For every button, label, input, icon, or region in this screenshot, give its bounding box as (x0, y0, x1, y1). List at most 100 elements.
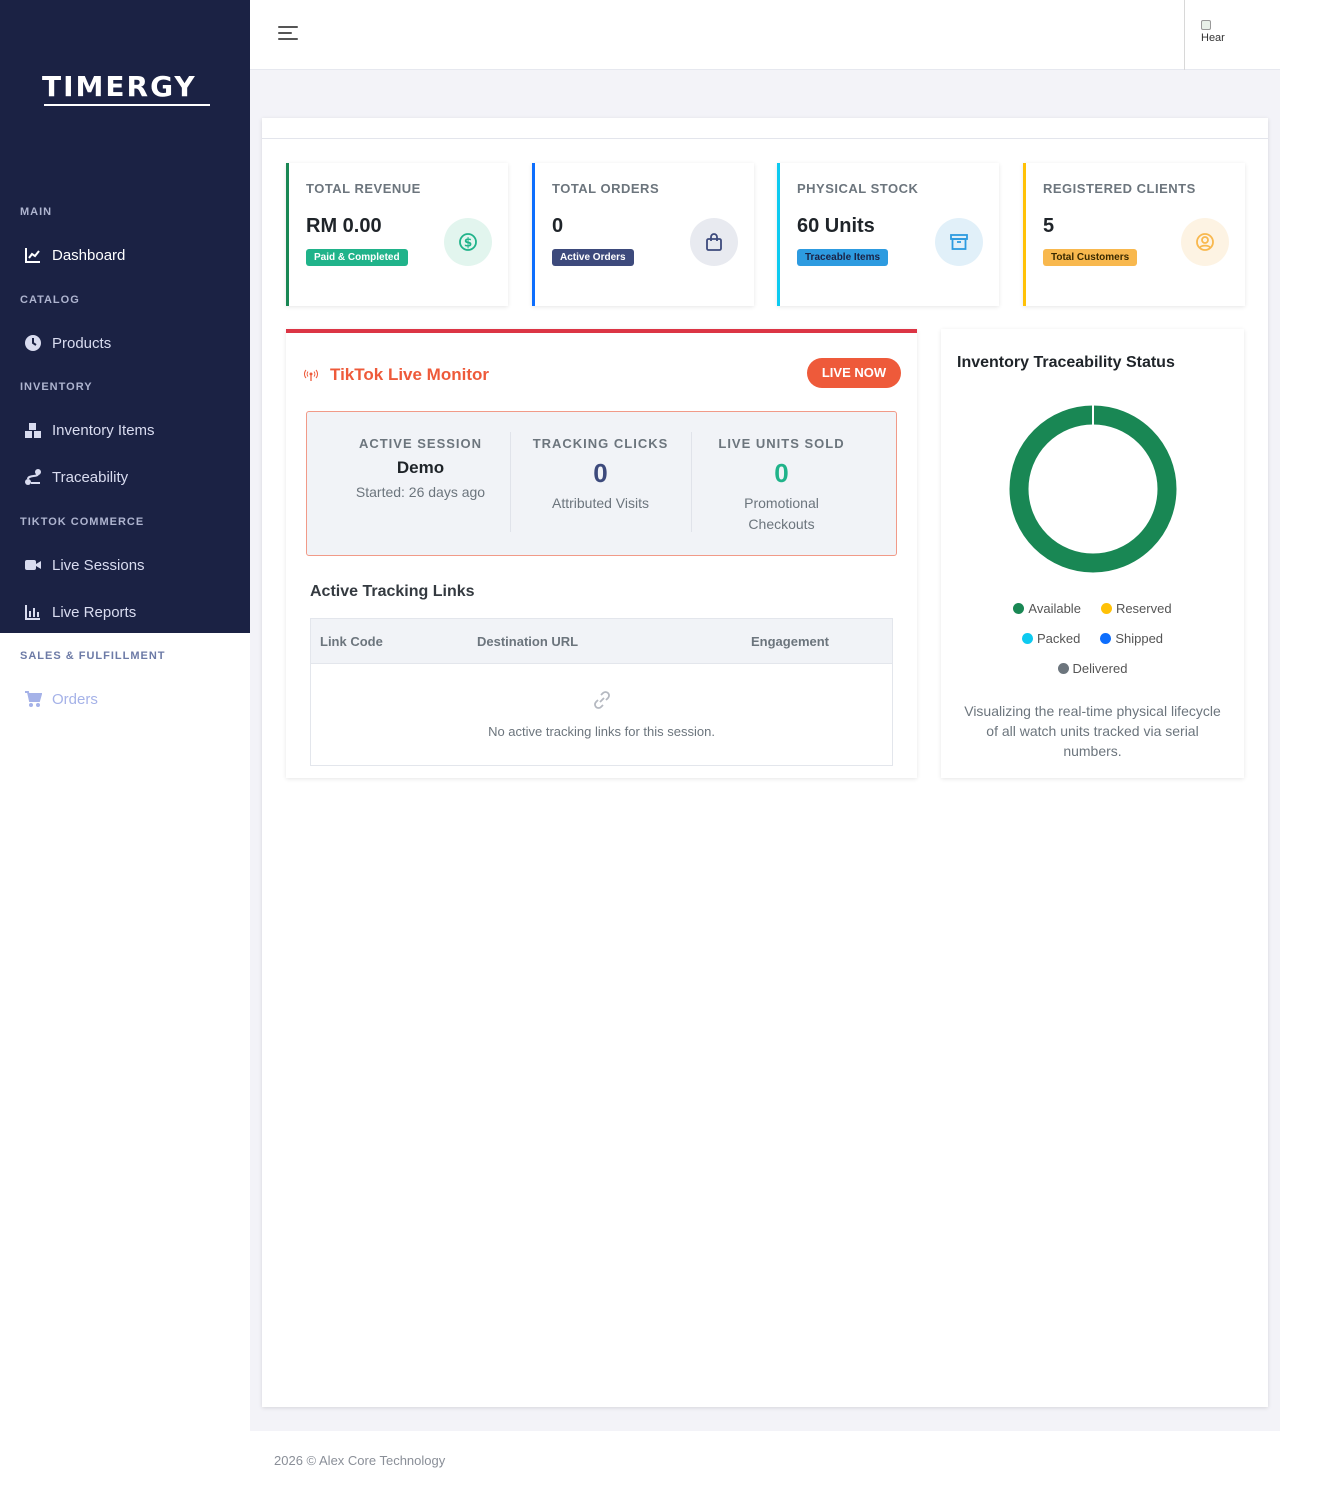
legend-label: Reserved (1115, 601, 1172, 616)
avatar[interactable]: Hear (1201, 20, 1233, 50)
sidebar-item-traceability[interactable]: Traceability (24, 465, 128, 489)
stat-icon-wrap (935, 218, 983, 266)
legend-item[interactable]: Delivered (1057, 661, 1128, 676)
brand-logo[interactable]: TIMERGY (42, 70, 212, 110)
column-header: Engagement (751, 634, 830, 649)
stat-icon-wrap: $ (444, 218, 492, 266)
donut-segment-available[interactable] (1009, 405, 1177, 573)
stat-label: TRACKING CLICKS (532, 436, 669, 451)
traceability-donut-chart (1009, 405, 1177, 573)
column-header: Link Code (320, 634, 383, 649)
sidebar-item-dashboard[interactable]: Dashboard (24, 243, 125, 267)
user-menu[interactable]: Hear (1184, 0, 1280, 70)
traceability-status-card: Inventory Traceability Status Available … (941, 329, 1244, 778)
legend-dot-icon (1013, 603, 1025, 614)
status-badge: Total Customers (1043, 249, 1138, 266)
section-title: Active Tracking Links (310, 583, 475, 600)
stat-card-revenue: TOTAL REVENUE RM 0.00 Paid & Completed $ (286, 163, 508, 306)
svg-text:$: $ (464, 236, 472, 250)
brand-name: TIMERGY (42, 70, 197, 103)
sidebar-item-products[interactable]: Products (24, 331, 111, 355)
chart-description: Visualizing the real-time physical lifec… (964, 703, 1221, 759)
chart-legend: Delivered (941, 661, 1244, 676)
sidebar-item-orders[interactable]: Orders (24, 687, 98, 711)
archive-icon (950, 234, 968, 250)
footer-copyright: 2026 © Alex Core Technology (274, 1453, 446, 1468)
bar-chart-icon (25, 605, 40, 620)
chart-line-icon (25, 248, 40, 263)
stat-icon-wrap (1181, 218, 1229, 266)
session-summary: ACTIVE SESSION Demo Started: 26 days ago… (306, 411, 897, 556)
sidebar-item-label: Inventory Items (52, 421, 155, 439)
card-title: Inventory Traceability Status (957, 354, 1175, 371)
stat-label: TOTAL ORDERS (552, 181, 660, 196)
legend-item[interactable]: Packed (1021, 631, 1081, 646)
sidebar-item-label: Live Sessions (52, 556, 145, 574)
sidebar-item-live-reports[interactable]: Live Reports (24, 600, 136, 624)
legend-label: Packed (1036, 631, 1081, 646)
sidebar-item-label: Dashboard (52, 246, 126, 264)
sidebar-item-live-sessions[interactable]: Live Sessions (24, 553, 145, 577)
live-now-button[interactable]: LIVE NOW (807, 358, 901, 388)
stat-sub: Promotional Checkouts (744, 495, 819, 532)
route-icon (25, 469, 41, 485)
shopping-bag-icon (706, 233, 722, 251)
avatar-alt-text: Hear (1201, 32, 1225, 44)
sidebar-item-label: Traceability (52, 468, 129, 486)
logo-underline (44, 104, 210, 106)
legend-dot-icon (1021, 633, 1033, 644)
sidebar-item-label: Orders (52, 690, 98, 708)
status-badge: Traceable Items (797, 249, 889, 266)
video-camera-icon (25, 560, 41, 570)
tiktok-live-monitor-card: TikTok Live Monitor LIVE NOW ACTIVE SESS… (286, 329, 917, 778)
status-badge: Active Orders (552, 249, 634, 266)
stat-icon-wrap (690, 218, 738, 266)
legend-item[interactable]: Shipped (1100, 631, 1163, 646)
stat-label: TOTAL REVENUE (306, 181, 421, 196)
legend-item[interactable]: Reserved (1100, 601, 1172, 616)
legend-dot-icon (1057, 663, 1069, 674)
user-circle-icon (1196, 233, 1214, 251)
sidebar-item-label: Live Reports (52, 603, 137, 621)
stat-value: 0 (552, 215, 564, 237)
status-badge: Paid & Completed (306, 249, 408, 266)
chart-legend: Packed Shipped (941, 631, 1244, 646)
link-icon (594, 691, 610, 709)
stat-value: 60 Units (797, 215, 875, 237)
stat-label: PHYSICAL STOCK (797, 181, 919, 196)
stat-label: LIVE UNITS SOLD (718, 436, 845, 451)
sidebar: TIMERGY MAIN Dashboard CATALOG Products … (0, 0, 250, 633)
stat-label: ACTIVE SESSION (358, 436, 483, 451)
clock-icon (25, 335, 41, 351)
broadcast-icon (304, 369, 318, 381)
column-header: Destination URL (477, 634, 579, 649)
stat-sub: Attributed Visits (551, 495, 649, 511)
sidebar-section-main: MAIN (20, 206, 53, 218)
boxes-icon (25, 423, 41, 438)
chart-legend: Available Reserved (941, 601, 1244, 616)
legend-item[interactable]: Available (1013, 601, 1081, 616)
active-session-stat: ACTIVE SESSION Demo Started: 26 days ago (330, 436, 511, 503)
dollar-icon: $ (459, 233, 477, 251)
topbar: Hear (250, 0, 1280, 70)
empty-state-text: No active tracking links for this sessio… (488, 724, 715, 739)
sidebar-section-catalog: CATALOG (20, 294, 80, 306)
tracking-links-table: Link Code Destination URL Engagement No … (310, 618, 893, 766)
stat-value: 0 (774, 458, 789, 488)
legend-label: Delivered (1072, 661, 1128, 676)
sidebar-item-inventory-items[interactable]: Inventory Items (24, 418, 155, 442)
legend-dot-icon (1100, 603, 1112, 614)
stat-value: RM 0.00 (306, 215, 382, 237)
broken-image-icon (1201, 20, 1211, 30)
session-started: Started: 26 days ago (355, 484, 486, 500)
sidebar-section-tiktok-commerce: TIKTOK COMMERCE (20, 516, 145, 528)
stat-card-stock: PHYSICAL STOCK 60 Units Traceable Items (777, 163, 999, 306)
tracking-clicks-stat: TRACKING CLICKS 0 Attributed Visits (510, 436, 691, 514)
menu-toggle-icon[interactable] (278, 26, 300, 44)
card-title: TikTok Live Monitor (330, 365, 489, 384)
legend-label: Shipped (1115, 631, 1164, 646)
live-units-stat: LIVE UNITS SOLD 0 Promotional Checkouts (691, 436, 872, 535)
stat-value: 0 (593, 458, 608, 488)
legend-dot-icon (1100, 633, 1112, 644)
stat-label: REGISTERED CLIENTS (1043, 181, 1196, 196)
